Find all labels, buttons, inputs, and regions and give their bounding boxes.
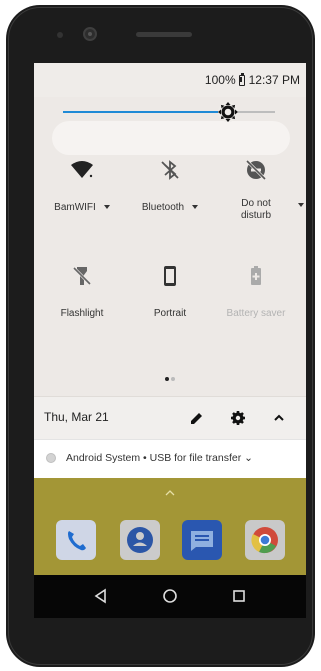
wifi-icon bbox=[70, 158, 94, 182]
tile-do-not-disturb[interactable]: Do not disturb bbox=[216, 158, 304, 222]
navigation-bar bbox=[34, 575, 306, 618]
tile-bluetooth-label: Bluetooth bbox=[130, 202, 210, 214]
front-camera bbox=[83, 27, 97, 41]
notification-text: Android System • USB for file transfer ⌄ bbox=[66, 452, 253, 464]
tile-bluetooth[interactable]: Bluetooth bbox=[130, 158, 210, 214]
page-indicator bbox=[34, 368, 306, 386]
gear-icon[interactable] bbox=[229, 409, 247, 427]
clock: 12:37 PM bbox=[248, 73, 300, 87]
screen-rotation-portrait-icon bbox=[158, 264, 182, 288]
brightness-fill bbox=[63, 111, 229, 113]
back-icon[interactable] bbox=[93, 588, 109, 604]
do-not-disturb-icon bbox=[244, 158, 268, 182]
phone-app-icon[interactable] bbox=[56, 520, 96, 560]
tile-portrait-label: Portrait bbox=[153, 308, 187, 319]
tile-dnd-label: Do not disturb bbox=[216, 198, 304, 222]
brightness-slider[interactable] bbox=[63, 102, 275, 122]
tile-battery-saver[interactable]: Battery saver bbox=[216, 264, 296, 320]
notification-usb[interactable]: Android System • USB for file transfer ⌄ bbox=[34, 439, 306, 479]
contacts-app-icon[interactable] bbox=[120, 520, 160, 560]
status-right: 100% 12:37 PM bbox=[204, 72, 300, 87]
battery-saver-icon bbox=[244, 264, 268, 288]
screen: 100% 12:37 PM BamWIFI Bluetooth Do not d… bbox=[34, 63, 306, 618]
tile-wifi-label: BamWIFI bbox=[42, 202, 122, 214]
chrome-app-icon[interactable] bbox=[245, 520, 285, 560]
battery-icon bbox=[238, 72, 245, 86]
tile-battery-saver-label: Battery saver bbox=[226, 308, 286, 319]
bluetooth-off-icon bbox=[158, 158, 182, 182]
proximity-sensor bbox=[57, 32, 63, 38]
page-dot bbox=[171, 377, 175, 381]
status-bar: 100% 12:37 PM bbox=[34, 63, 306, 97]
recents-icon[interactable] bbox=[231, 588, 247, 604]
page-dot-active bbox=[165, 377, 169, 381]
home-icon[interactable] bbox=[162, 588, 178, 604]
chevron-down-icon[interactable] bbox=[192, 205, 199, 210]
messages-app-icon[interactable] bbox=[182, 520, 222, 560]
tile-flashlight[interactable]: Flashlight bbox=[42, 264, 122, 320]
earpiece-speaker bbox=[136, 32, 192, 37]
brightness-thumb-icon[interactable] bbox=[217, 101, 239, 123]
android-system-icon bbox=[46, 453, 56, 463]
background-search-bar bbox=[52, 121, 290, 155]
phone-frame: 100% 12:37 PM BamWIFI Bluetooth Do not d… bbox=[6, 5, 315, 667]
chevron-down-icon[interactable] bbox=[103, 205, 110, 210]
tile-flashlight-label: Flashlight bbox=[60, 308, 104, 319]
flashlight-off-icon bbox=[70, 264, 94, 288]
tile-wifi[interactable]: BamWIFI bbox=[42, 158, 122, 214]
battery-percent: 100% bbox=[204, 73, 236, 87]
app-drawer-handle-icon[interactable] bbox=[165, 483, 175, 496]
chevron-down-icon[interactable] bbox=[298, 203, 304, 207]
quick-settings-footer: Thu, Mar 21 bbox=[34, 396, 306, 439]
date-label[interactable]: Thu, Mar 21 bbox=[44, 410, 109, 424]
tile-portrait[interactable]: Portrait bbox=[130, 264, 210, 320]
edit-icon[interactable] bbox=[188, 409, 206, 427]
chevron-up-icon[interactable] bbox=[270, 409, 288, 427]
